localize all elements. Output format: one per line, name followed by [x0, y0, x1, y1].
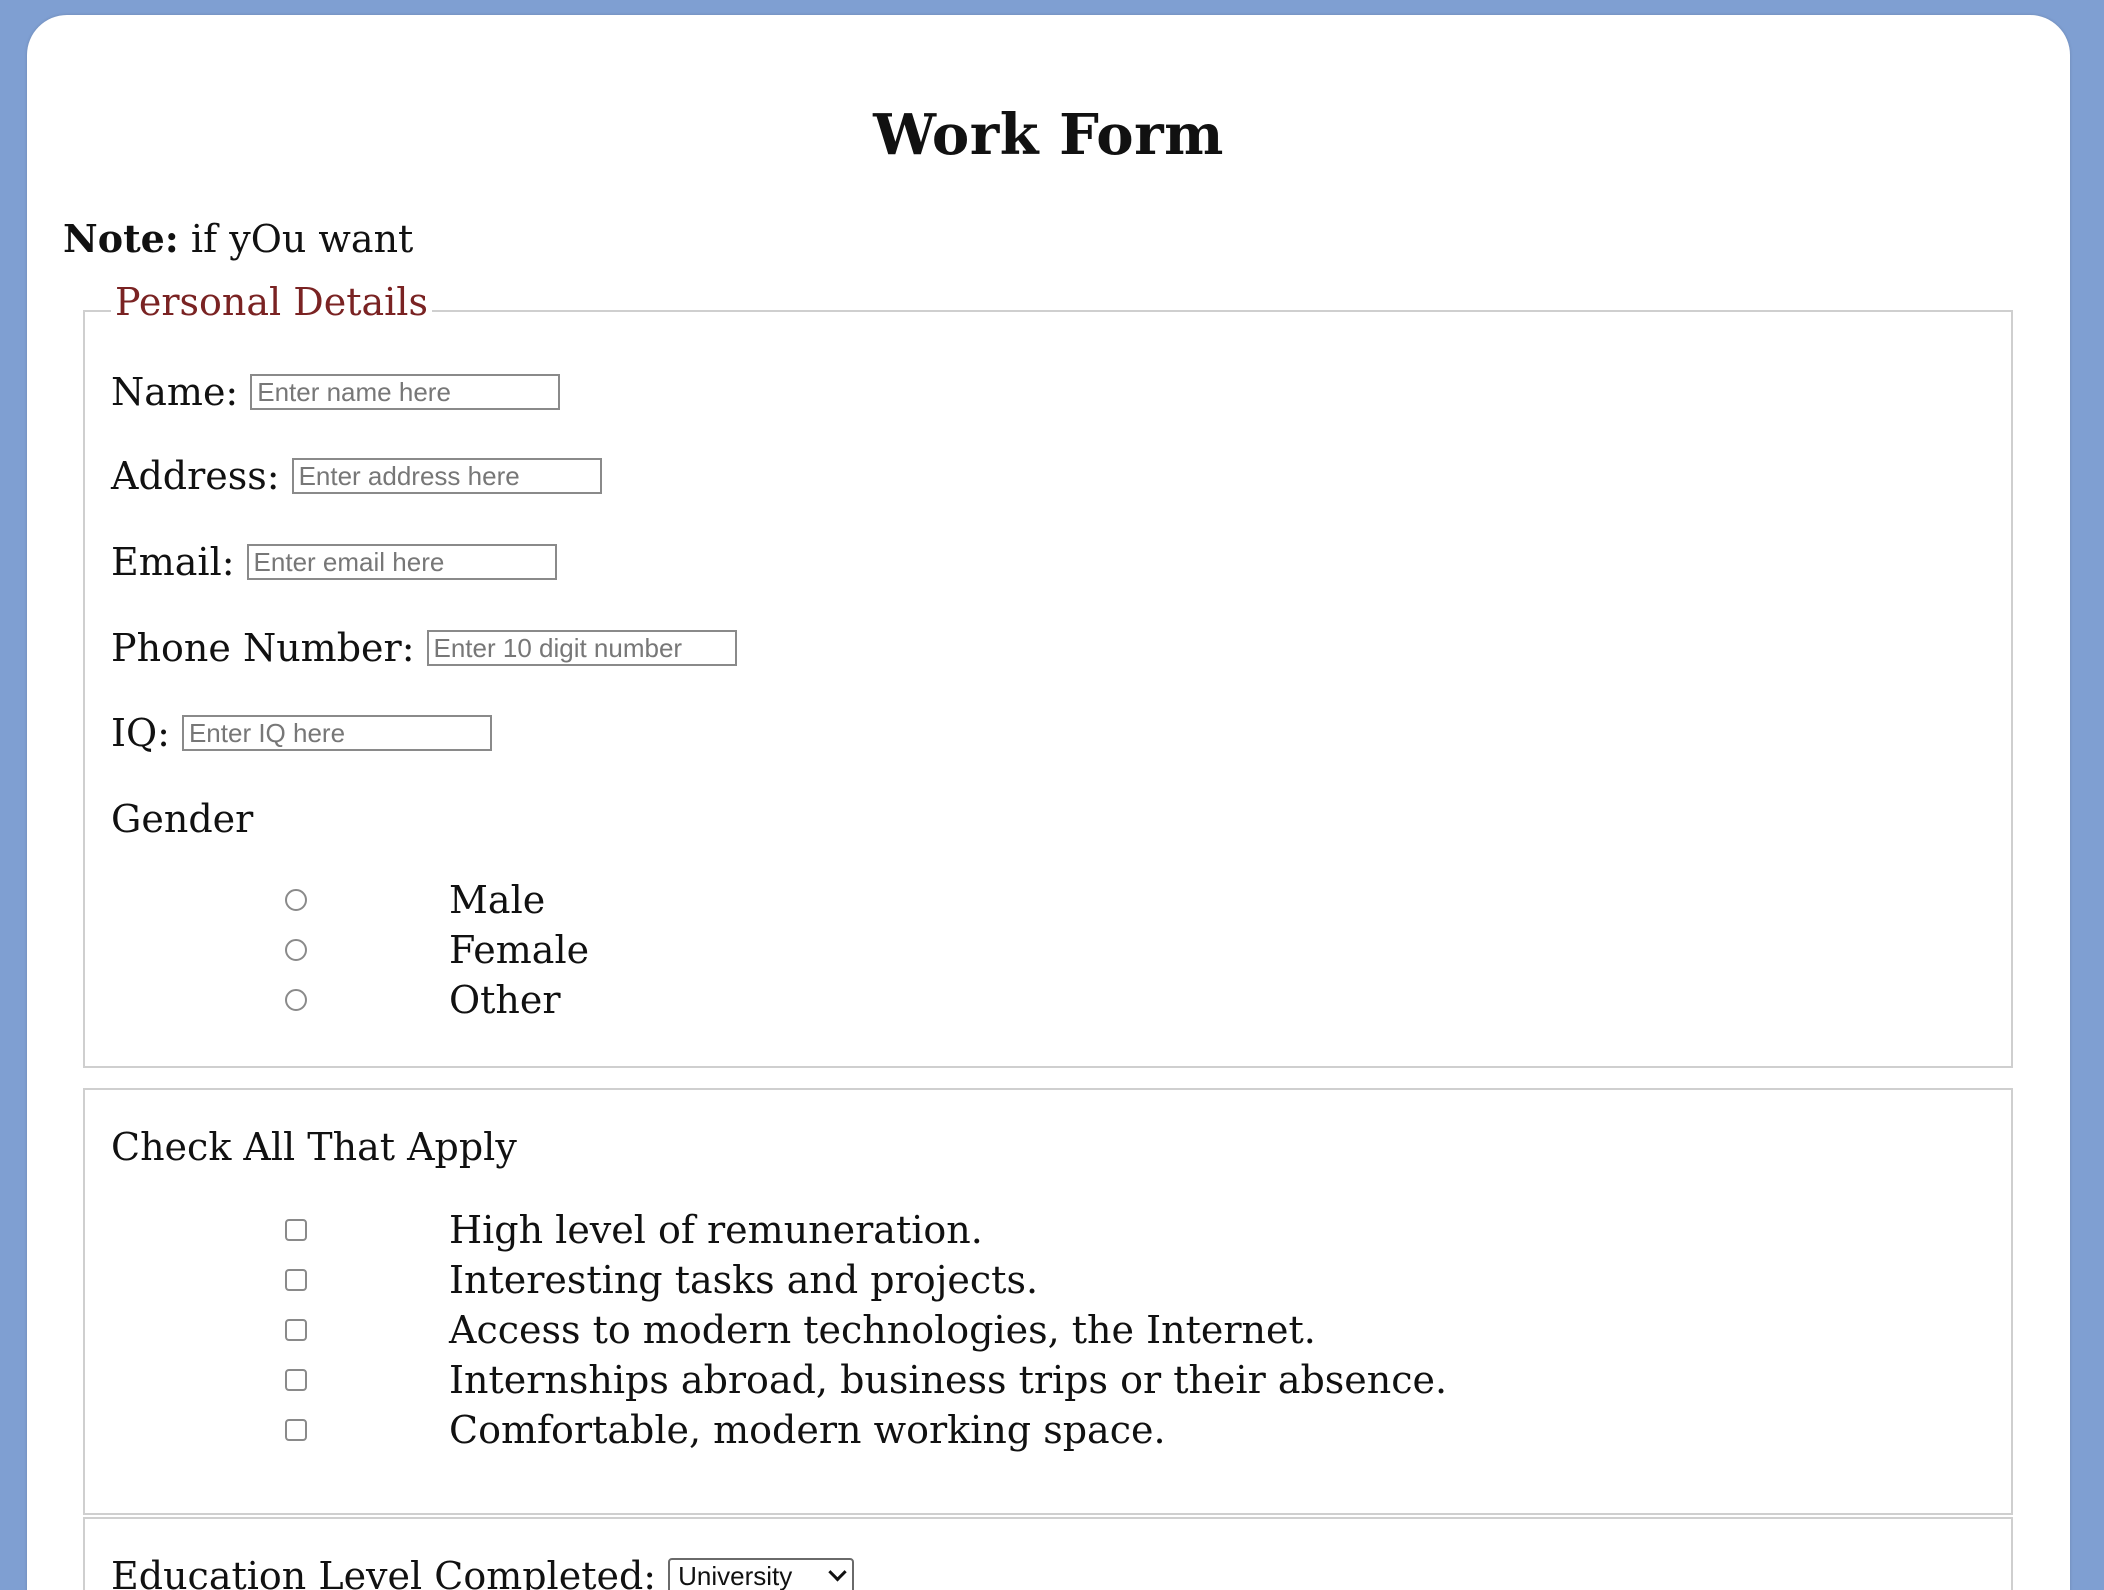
tasks-checkbox[interactable]: [285, 1269, 307, 1291]
gender-other-radio[interactable]: [285, 989, 307, 1011]
address-label: Address:: [111, 454, 280, 498]
phone-input[interactable]: [426, 630, 737, 666]
check-option-tasks[interactable]: Interesting tasks and projects.: [285, 1259, 1038, 1301]
email-input[interactable]: [246, 544, 557, 580]
phone-label: Phone Number:: [111, 626, 415, 670]
internships-label: Internships abroad, business trips or th…: [449, 1358, 1448, 1402]
check-option-internships[interactable]: Internships abroad, business trips or th…: [285, 1359, 1447, 1401]
address-input[interactable]: [291, 458, 602, 494]
education-row: Education Level Completed: University: [111, 1554, 855, 1590]
name-row: Name:: [111, 370, 561, 414]
gender-other-label: Other: [449, 978, 561, 1022]
name-input[interactable]: [250, 374, 561, 410]
gender-option-female[interactable]: Female: [285, 929, 589, 971]
internships-checkbox[interactable]: [285, 1369, 307, 1391]
gender-male-radio[interactable]: [285, 889, 307, 911]
technologies-checkbox[interactable]: [285, 1319, 307, 1341]
iq-label: IQ:: [111, 711, 170, 755]
note-label: Note:: [63, 216, 179, 261]
check-option-workspace[interactable]: Comfortable, modern working space.: [285, 1409, 1166, 1451]
iq-input[interactable]: [181, 715, 492, 751]
address-row: Address:: [111, 456, 602, 496]
chevron-down-icon: [828, 1562, 847, 1581]
email-row: Email:: [111, 542, 557, 582]
tasks-label: Interesting tasks and projects.: [449, 1258, 1039, 1302]
name-label: Name:: [111, 370, 239, 414]
iq-row: IQ:: [111, 713, 492, 753]
education-selected-value: University: [678, 1560, 793, 1590]
personal-details-legend: Personal Details: [111, 283, 432, 321]
check-all-label: Check All That Apply: [111, 1125, 517, 1169]
technologies-label: Access to modern technologies, the Inter…: [449, 1308, 1316, 1352]
check-option-technologies[interactable]: Access to modern technologies, the Inter…: [285, 1309, 1316, 1351]
gender-female-radio[interactable]: [285, 939, 307, 961]
gender-female-label: Female: [449, 928, 590, 972]
gender-option-male[interactable]: Male: [285, 879, 545, 921]
email-label: Email:: [111, 540, 235, 584]
gender-male-label: Male: [449, 878, 546, 922]
remuneration-label: High level of remuneration.: [449, 1208, 983, 1252]
education-select[interactable]: University: [668, 1558, 855, 1590]
education-label: Education Level Completed:: [111, 1554, 657, 1590]
remuneration-checkbox[interactable]: [285, 1219, 307, 1241]
note-text: if yOu want: [178, 217, 414, 261]
form-card: Work Form Note: if yOu want Personal Det…: [27, 15, 2070, 1590]
gender-option-other[interactable]: Other: [285, 979, 561, 1021]
page-title: Work Form: [873, 102, 1224, 168]
check-option-remuneration[interactable]: High level of remuneration.: [285, 1209, 983, 1251]
note: Note: if yOu want: [63, 217, 414, 261]
workspace-checkbox[interactable]: [285, 1419, 307, 1441]
gender-label: Gender: [111, 797, 254, 841]
phone-row: Phone Number:: [111, 628, 737, 668]
workspace-label: Comfortable, modern working space.: [449, 1408, 1166, 1452]
